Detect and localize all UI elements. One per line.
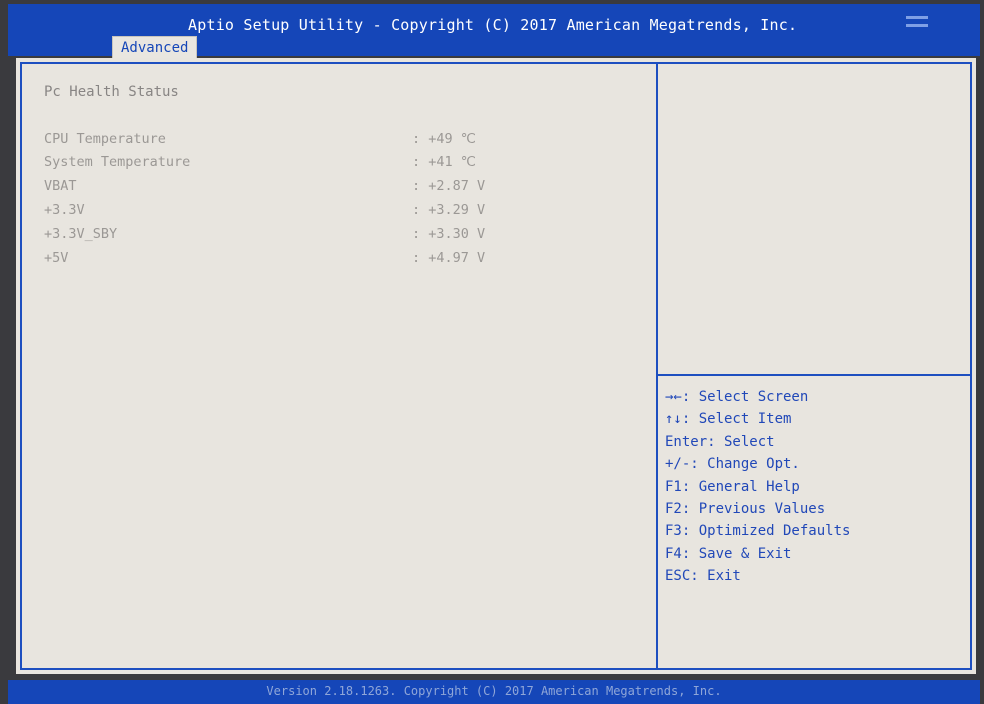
help-save-exit: F4: Save & Exit: [665, 545, 792, 562]
title-bar: Aptio Setup Utility - Copyright (C) 2017…: [8, 4, 980, 59]
status-value: : +49 ℃: [412, 131, 476, 147]
help-select-item: ↑↓: Select Item: [665, 411, 792, 428]
status-row-cpu-temperature: CPU Temperature : +49 ℃: [44, 131, 644, 153]
help-previous-values: F2: Previous Values: [665, 501, 826, 518]
section-title: Pc Health Status: [44, 84, 179, 100]
panel-divider-vertical: [656, 62, 658, 670]
footer-bar: Version 2.18.1263. Copyright (C) 2017 Am…: [8, 680, 980, 704]
panel-divider-horizontal: [658, 374, 972, 376]
status-label: CPU Temperature: [44, 131, 166, 147]
status-row-system-temperature: System Temperature : +41 ℃: [44, 154, 644, 176]
status-value: : +3.30 V: [412, 226, 486, 242]
status-row-vbat: VBAT : +2.87 V: [44, 178, 644, 200]
status-value: : +2.87 V: [412, 178, 486, 194]
help-select-screen: →←: Select Screen: [665, 389, 809, 405]
help-change-opt: +/-: Change Opt.: [665, 456, 800, 473]
app-title: Aptio Setup Utility - Copyright (C) 2017…: [188, 16, 798, 34]
hamburger-menu-icon: [906, 16, 928, 36]
status-label: +3.3V: [44, 202, 85, 218]
status-row-3v3-sby: +3.3V_SBY : +3.30 V: [44, 226, 644, 248]
status-label: System Temperature: [44, 154, 191, 170]
tab-advanced[interactable]: Advanced: [112, 36, 198, 59]
status-label: +5V: [44, 250, 69, 266]
version-text: Version 2.18.1263. Copyright (C) 2017 Am…: [266, 684, 722, 698]
status-label: VBAT: [44, 178, 77, 194]
status-label: +3.3V_SBY: [44, 226, 118, 242]
status-value: : +4.97 V: [412, 250, 486, 266]
status-value: : +3.29 V: [412, 202, 486, 218]
status-row-3v3: +3.3V : +3.29 V: [44, 202, 644, 224]
help-general-help: F1: General Help: [665, 478, 800, 495]
help-optimized-defaults: F3: Optimized Defaults: [665, 523, 851, 540]
help-enter-select: Enter: Select: [665, 433, 775, 450]
help-panel: →←: Select Screen ↑↓: Select Item Enter:…: [665, 386, 965, 588]
help-esc-exit: ESC: Exit: [665, 568, 741, 585]
status-value: : +41 ℃: [412, 154, 476, 170]
status-row-5v: +5V : +4.97 V: [44, 250, 644, 272]
